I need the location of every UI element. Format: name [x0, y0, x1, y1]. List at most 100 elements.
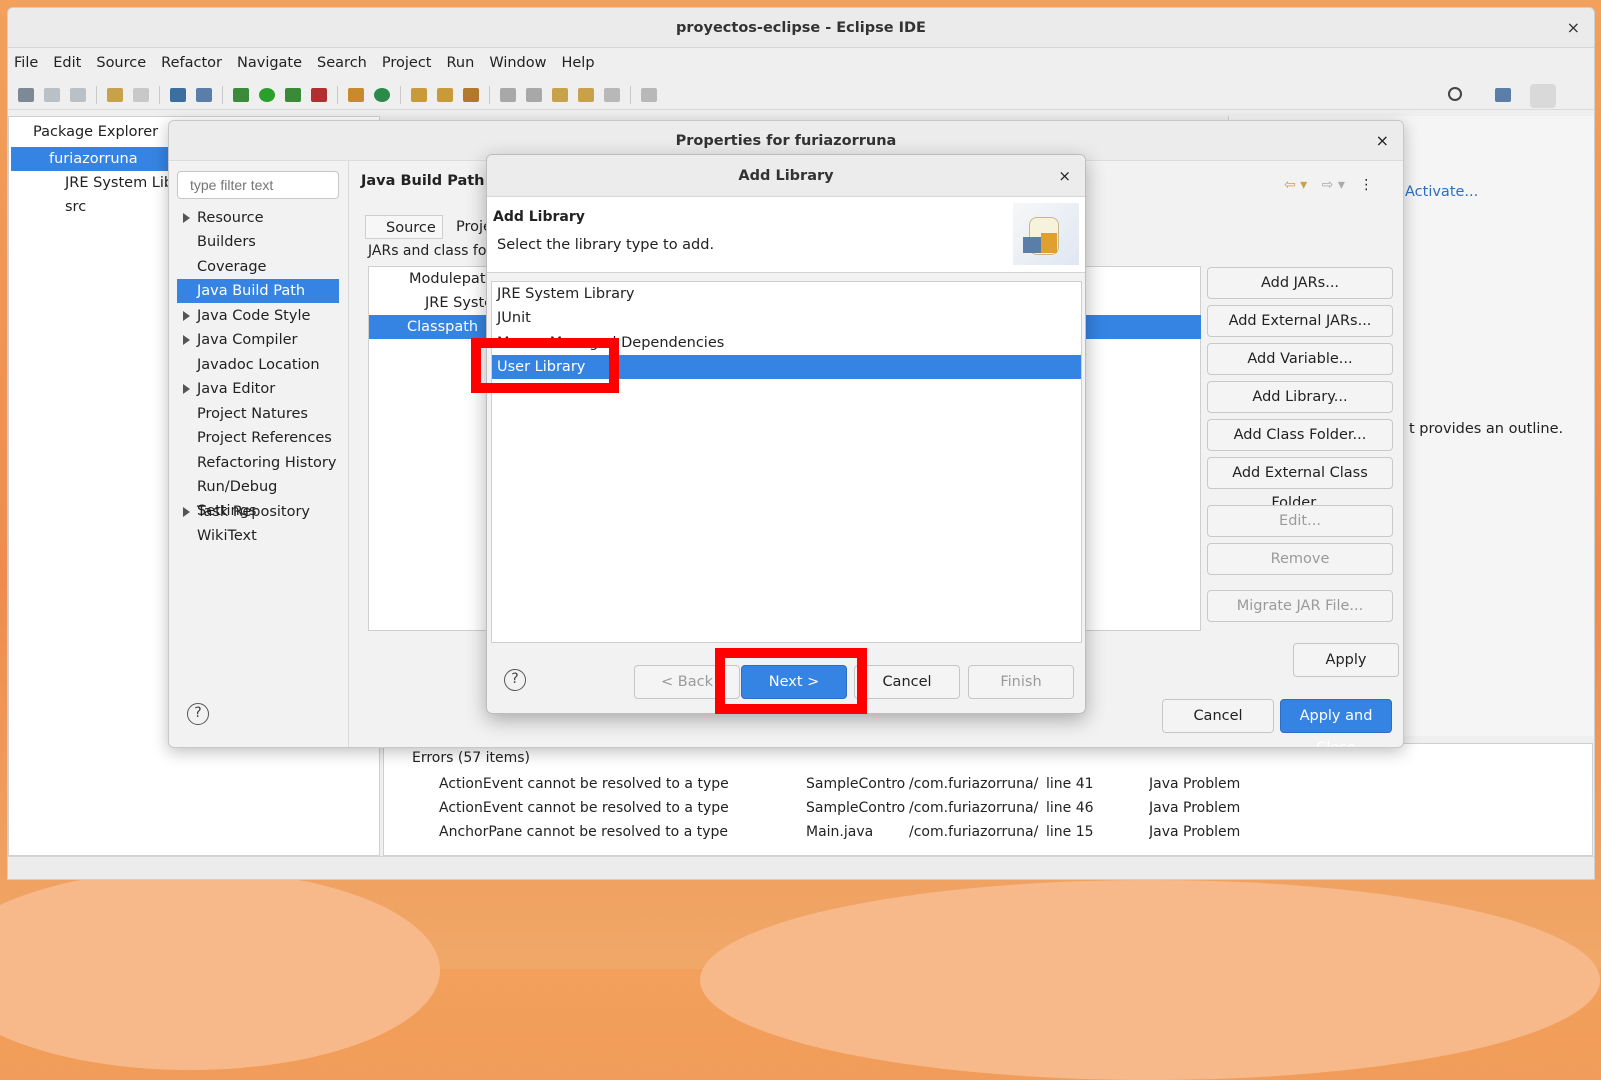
problem-resource: SampleControl: [806, 800, 906, 816]
forward-arrow-icon[interactable]: ⇨ ▾: [1322, 177, 1345, 193]
expand-icon[interactable]: [183, 213, 190, 223]
save-all-icon[interactable]: [70, 87, 86, 102]
add-external-class-folder-button[interactable]: Add External Class Folder...: [1207, 457, 1393, 511]
menu-run[interactable]: Run: [447, 55, 475, 71]
nav-java-editor[interactable]: Java Editor: [177, 377, 339, 401]
next-annotation-icon[interactable]: [500, 87, 516, 102]
expand-icon[interactable]: [183, 507, 190, 517]
redo-icon[interactable]: [133, 87, 149, 102]
view-menu-icon[interactable]: ⋮: [1359, 177, 1373, 193]
close-icon[interactable]: ×: [1058, 155, 1071, 197]
search-icon[interactable]: [1448, 87, 1462, 101]
nav-java-build-path[interactable]: Java Build Path: [177, 279, 339, 303]
undo-icon[interactable]: [107, 87, 123, 102]
back-icon[interactable]: [578, 87, 594, 102]
nav-resource[interactable]: Resource: [177, 206, 339, 230]
open-folder-icon[interactable]: [437, 87, 453, 102]
coverage-icon[interactable]: [285, 87, 301, 102]
cancel-button[interactable]: Cancel: [1162, 699, 1274, 733]
menu-refactor[interactable]: Refactor: [161, 55, 222, 71]
menu-file[interactable]: File: [14, 55, 38, 71]
filter-input[interactable]: [177, 171, 339, 199]
tab-source[interactable]: Source: [365, 215, 443, 239]
remove-button[interactable]: Remove: [1207, 543, 1393, 575]
debug-icon[interactable]: [233, 87, 249, 102]
nav-coverage[interactable]: Coverage: [177, 255, 339, 279]
activate-link[interactable]: Activate...: [1405, 184, 1478, 200]
nav-wikitext[interactable]: WikiText: [177, 524, 339, 548]
project-item[interactable]: furiazorruna: [11, 147, 176, 171]
back-arrow-icon[interactable]: ⇦ ▾: [1284, 177, 1307, 193]
menu-navigate[interactable]: Navigate: [237, 55, 302, 71]
nav-builders[interactable]: Builders: [177, 230, 339, 254]
menu-window[interactable]: Window: [489, 55, 546, 71]
add-class-folder-button[interactable]: Add Class Folder...: [1207, 419, 1393, 451]
open-perspective-icon[interactable]: [1495, 88, 1511, 102]
list-item[interactable]: JUnit: [492, 306, 1081, 330]
problem-description[interactable]: AnchorPane cannot be resolved to a type: [439, 820, 728, 844]
jars-label: JARs and class fold: [368, 243, 500, 259]
apply-and-close-button[interactable]: Apply and Close: [1280, 699, 1392, 747]
nav-java-code-style[interactable]: Java Code Style: [177, 304, 339, 328]
library-jar-icon: [1013, 203, 1079, 265]
outline-message: t provides an outline.: [1409, 421, 1564, 437]
src-folder-item[interactable]: src: [45, 195, 86, 219]
menu-search[interactable]: Search: [317, 55, 367, 71]
menu-source[interactable]: Source: [96, 55, 146, 71]
nav-project-natures[interactable]: Project Natures: [177, 402, 339, 426]
tree-modulepath[interactable]: Modulepath: [375, 267, 495, 291]
help-icon[interactable]: ?: [504, 669, 526, 691]
new-java-project-icon[interactable]: [348, 87, 364, 102]
add-external-jars-button[interactable]: Add External JARs...: [1207, 305, 1393, 337]
open-type-icon[interactable]: [411, 87, 427, 102]
nav-task-repository[interactable]: Task Repository: [177, 500, 339, 524]
nav-project-references[interactable]: Project References: [177, 426, 339, 450]
package-explorer-tab[interactable]: Package Explorer ×: [9, 117, 183, 147]
java-perspective-icon[interactable]: [1530, 84, 1556, 108]
nav-java-compiler[interactable]: Java Compiler: [177, 328, 339, 352]
nav-refactoring-history[interactable]: Refactoring History: [177, 451, 339, 475]
help-icon[interactable]: ?: [187, 703, 209, 725]
close-icon[interactable]: ×: [1376, 121, 1389, 161]
edit-button[interactable]: Edit...: [1207, 505, 1393, 537]
jre-library-item[interactable]: JRE System Libra: [33, 171, 188, 195]
highlight-next-button: [715, 648, 867, 714]
last-edit-icon[interactable]: [552, 87, 568, 102]
finish-button[interactable]: Finish: [968, 665, 1074, 699]
cancel-button[interactable]: Cancel: [854, 665, 960, 699]
new-class-icon[interactable]: [374, 87, 390, 102]
expand-icon[interactable]: [183, 335, 190, 345]
expand-icon[interactable]: [183, 311, 190, 321]
problem-path: /com.furiazorruna/s: [909, 800, 1039, 816]
new-icon[interactable]: [18, 87, 34, 102]
run-icon[interactable]: [259, 87, 275, 102]
header-description: Select the library type to add.: [497, 237, 715, 253]
add-jars-button[interactable]: Add JARs...: [1207, 267, 1393, 299]
migrate-jar-button[interactable]: Migrate JAR File...: [1207, 590, 1393, 622]
nav-run-debug-settings[interactable]: Run/Debug Settings: [177, 475, 339, 519]
forward-icon[interactable]: [604, 87, 620, 102]
pin-editor-icon[interactable]: [641, 87, 657, 102]
main-toolbar: [8, 80, 1594, 110]
external-tools-icon[interactable]: [311, 87, 327, 102]
console-icon[interactable]: [170, 87, 186, 102]
add-library-button[interactable]: Add Library...: [1207, 381, 1393, 413]
tab-projects[interactable]: Proje: [434, 215, 492, 239]
skip-breakpoints-icon[interactable]: [196, 87, 212, 102]
nav-javadoc-location[interactable]: Javadoc Location: [177, 353, 339, 377]
menu-edit[interactable]: Edit: [53, 55, 81, 71]
search-tool-icon[interactable]: [463, 87, 479, 102]
add-variable-button[interactable]: Add Variable...: [1207, 343, 1393, 375]
menu-help[interactable]: Help: [561, 55, 594, 71]
errors-group[interactable]: Errors (57 items): [412, 746, 530, 770]
prev-annotation-icon[interactable]: [526, 87, 542, 102]
problem-description[interactable]: ActionEvent cannot be resolved to a type: [439, 772, 729, 796]
save-icon[interactable]: [44, 87, 60, 102]
menu-project[interactable]: Project: [382, 55, 432, 71]
problem-description[interactable]: ActionEvent cannot be resolved to a type: [439, 796, 729, 820]
tree-jre-system[interactable]: JRE Syste: [395, 291, 493, 315]
close-icon[interactable]: ×: [1567, 8, 1580, 48]
list-item[interactable]: JRE System Library: [492, 282, 1081, 306]
expand-icon[interactable]: [183, 384, 190, 394]
apply-button[interactable]: Apply: [1293, 643, 1399, 677]
